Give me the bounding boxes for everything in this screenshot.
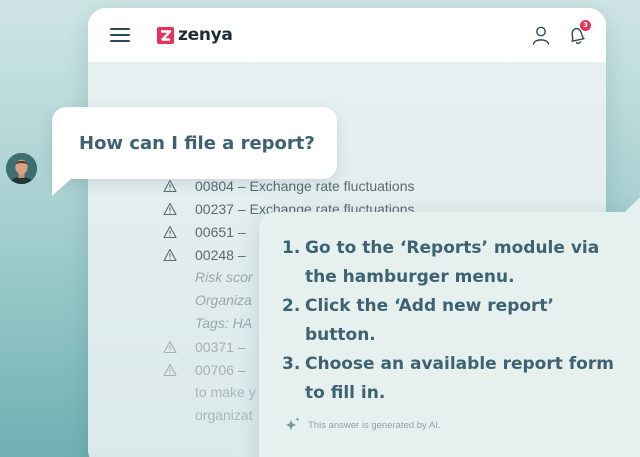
hamburger-menu-icon[interactable] (110, 28, 130, 42)
risk-title: 00706 – (195, 361, 246, 378)
brand-logo[interactable]: zenya (157, 25, 233, 45)
user-question-bubble: How can I file a report? (52, 107, 337, 179)
question-bubble-tail (52, 178, 72, 196)
ai-answer-card: 1. Go to the ‘Reports’ module via the ha… (259, 212, 640, 457)
zenya-logo-icon (157, 26, 174, 44)
ai-disclaimer: This answer is generated by AI. (284, 416, 640, 434)
sparkle-icon (285, 417, 300, 431)
top-right-actions: 3 (530, 20, 591, 46)
warning-triangle-icon (163, 363, 177, 376)
warning-triangle-icon (163, 248, 177, 261)
user-icon[interactable] (530, 24, 552, 46)
step-text: Go to the ‘Reports’ module via the hambu… (305, 238, 600, 287)
notification-badge: 3 (580, 20, 591, 31)
answer-step: 2. Click the ‘Add new report’ button. (282, 292, 640, 350)
warning-triangle-icon (163, 179, 177, 192)
answer-steps: 1. Go to the ‘Reports’ module via the ha… (282, 234, 640, 408)
answer-step: 3. Choose an available report form to fi… (282, 350, 640, 408)
step-text: Choose an available report form to fill … (305, 354, 614, 403)
risk-title: 00804 – Exchange rate fluctuations (195, 177, 415, 194)
notifications-button[interactable]: 3 (566, 20, 591, 46)
avatar (6, 153, 37, 184)
ai-disclaimer-text: This answer is generated by AI. (308, 419, 441, 431)
question-text: How can I file a report? (79, 132, 315, 154)
warning-triangle-icon (163, 202, 177, 215)
risk-title: 00651 – (195, 223, 246, 240)
answer-card-tail (624, 197, 640, 213)
risk-title: 00371 – (195, 338, 246, 355)
step-number: 1. (282, 238, 301, 258)
step-text: Click the ‘Add new report’ button. (305, 296, 555, 345)
user-photo-icon (6, 153, 37, 184)
step-number: 2. (282, 296, 301, 316)
warning-triangle-icon (163, 340, 177, 353)
brand-name: zenya (178, 25, 233, 45)
risk-title: 00248 – (195, 246, 246, 263)
step-number: 3. (282, 354, 301, 374)
top-bar: zenya 3 (88, 8, 606, 62)
warning-triangle-icon (163, 225, 177, 238)
answer-step: 1. Go to the ‘Reports’ module via the ha… (282, 234, 640, 292)
